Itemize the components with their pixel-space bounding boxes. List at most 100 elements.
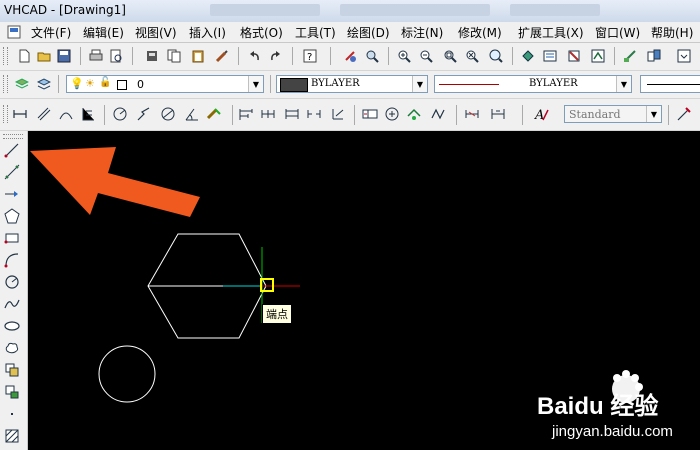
jogged-linear-icon[interactable] <box>430 106 446 122</box>
inspect-dimension-icon[interactable] <box>406 106 422 122</box>
markup-icon[interactable] <box>590 48 606 64</box>
menu-draw[interactable]: 绘图(D) <box>344 24 393 41</box>
paste-icon[interactable] <box>190 48 206 64</box>
tool-palette-icon[interactable] <box>566 48 582 64</box>
match-properties-icon[interactable] <box>214 48 230 64</box>
zoom-extents-icon[interactable] <box>488 48 504 64</box>
menu-file[interactable]: 文件(F) <box>28 24 74 41</box>
continue-dimension-icon[interactable] <box>260 106 276 122</box>
circle-icon[interactable] <box>3 273 21 291</box>
color-value: BYLAYER <box>311 78 360 89</box>
zoom-all-icon[interactable] <box>464 48 480 64</box>
dimension-edit-icon[interactable] <box>464 106 480 122</box>
menu-edit[interactable]: 编辑(E) <box>80 24 127 41</box>
open-file-icon[interactable] <box>36 48 52 64</box>
center-mark-icon[interactable] <box>384 106 400 122</box>
hatch-icon[interactable] <box>3 427 21 445</box>
menu-window[interactable]: 窗口(W) <box>592 24 643 41</box>
toolbar-grip[interactable] <box>3 47 8 65</box>
toolbar-grip[interactable] <box>3 134 23 139</box>
arc-length-icon[interactable] <box>58 106 74 122</box>
block-editor-icon[interactable] <box>622 48 638 64</box>
lineweight-select[interactable] <box>640 75 700 93</box>
save-icon[interactable] <box>56 48 72 64</box>
menu-tools[interactable]: 工具(T) <box>292 24 339 41</box>
ordinate-dimension-icon[interactable] <box>80 106 96 122</box>
layer-manager-icon[interactable] <box>14 76 30 92</box>
make-block-icon[interactable] <box>3 383 21 401</box>
new-file-icon[interactable] <box>16 48 32 64</box>
quick-dimension-icon[interactable] <box>206 106 222 122</box>
tolerance-frame-icon[interactable] <box>362 106 378 122</box>
dimension-space-icon[interactable] <box>284 106 300 122</box>
cut-icon[interactable] <box>144 48 160 64</box>
layer-select[interactable]: 💡 ☀ 🔓 0 ▼ <box>66 75 264 93</box>
linear-dimension-icon[interactable] <box>12 106 28 122</box>
zoom-in-icon[interactable] <box>396 48 412 64</box>
undo-icon[interactable] <box>246 48 262 64</box>
linetype-select[interactable]: BYLAYER ▼ <box>434 75 632 93</box>
color-select[interactable]: BYLAYER ▼ <box>276 75 428 93</box>
chevron-down-icon[interactable]: ▼ <box>412 76 427 92</box>
menu-format[interactable]: 格式(O) <box>237 24 286 41</box>
menu-modify[interactable]: 修改(M) <box>455 24 505 41</box>
toolbar-overflow-icon[interactable] <box>676 48 692 64</box>
redo-icon[interactable] <box>268 48 284 64</box>
help-icon[interactable]: ? <box>302 48 318 64</box>
zoom-out-icon[interactable] <box>418 48 434 64</box>
print-preview-icon[interactable] <box>108 48 124 64</box>
chevron-down-icon[interactable]: ▼ <box>248 76 263 92</box>
spline-icon[interactable] <box>3 295 21 313</box>
polygon-icon[interactable] <box>3 207 21 225</box>
revision-cloud-icon[interactable] <box>3 339 21 357</box>
blurred-tab <box>510 4 600 16</box>
text-style-icon[interactable]: A <box>534 106 550 122</box>
drawing-canvas[interactable]: Baidu 经验 jingyan.baidu.com 端点 <box>28 131 700 450</box>
menu-extensions[interactable]: 扩展工具(X) <box>515 24 587 41</box>
blurred-tab <box>340 4 490 16</box>
dimension-style-icon[interactable] <box>676 106 692 122</box>
menu-view[interactable]: 视图(V) <box>132 24 180 41</box>
dimension-toolbar: A Standard ▼ <box>0 99 700 131</box>
rectangle-icon[interactable] <box>3 229 21 247</box>
layer-value: 0 <box>137 78 144 91</box>
xref-icon[interactable] <box>646 48 662 64</box>
circle-shape[interactable] <box>98 345 156 403</box>
print-icon[interactable] <box>88 48 104 64</box>
angular-dimension-icon[interactable] <box>184 106 200 122</box>
text-style-value: Standard <box>569 108 621 121</box>
dimension-break-icon[interactable] <box>306 106 322 122</box>
ellipse-icon[interactable] <box>3 317 21 335</box>
text-style-select[interactable]: Standard ▼ <box>564 105 662 123</box>
line-icon[interactable] <box>3 141 21 159</box>
dimension-text-edit-icon[interactable] <box>490 106 506 122</box>
design-center-icon[interactable] <box>520 48 536 64</box>
polyline-icon[interactable] <box>3 185 21 203</box>
construction-line-icon[interactable] <box>3 163 21 181</box>
app-menu-icon[interactable] <box>6 24 22 40</box>
baidu-watermark: Baidu 经验 jingyan.baidu.com <box>537 370 673 440</box>
baseline-dimension-icon[interactable] <box>238 106 254 122</box>
toolbar-grip[interactable] <box>3 75 8 93</box>
chevron-down-icon[interactable]: ▼ <box>646 106 661 122</box>
tolerance-icon[interactable] <box>330 106 346 122</box>
pan-icon[interactable] <box>342 48 358 64</box>
zoom-realtime-icon[interactable] <box>364 48 380 64</box>
watermark-brand: Baidu 经验 <box>537 392 658 420</box>
arc-icon[interactable] <box>3 251 21 269</box>
menu-dimension[interactable]: 标注(N) <box>398 24 446 41</box>
point-icon[interactable] <box>3 405 21 423</box>
menu-insert[interactable]: 插入(I) <box>186 24 229 41</box>
properties-icon[interactable] <box>542 48 558 64</box>
radius-dimension-icon[interactable] <box>112 106 128 122</box>
menu-help[interactable]: 帮助(H) <box>648 24 696 41</box>
layer-previous-icon[interactable] <box>36 76 52 92</box>
aligned-dimension-icon[interactable] <box>36 106 52 122</box>
chevron-down-icon[interactable]: ▼ <box>616 76 631 92</box>
toolbar-grip[interactable] <box>3 105 8 123</box>
jogged-dimension-icon[interactable] <box>136 106 152 122</box>
copy-icon[interactable] <box>166 48 182 64</box>
insert-block-icon[interactable] <box>3 361 21 379</box>
zoom-window-icon[interactable] <box>442 48 458 64</box>
diameter-dimension-icon[interactable] <box>160 106 176 122</box>
